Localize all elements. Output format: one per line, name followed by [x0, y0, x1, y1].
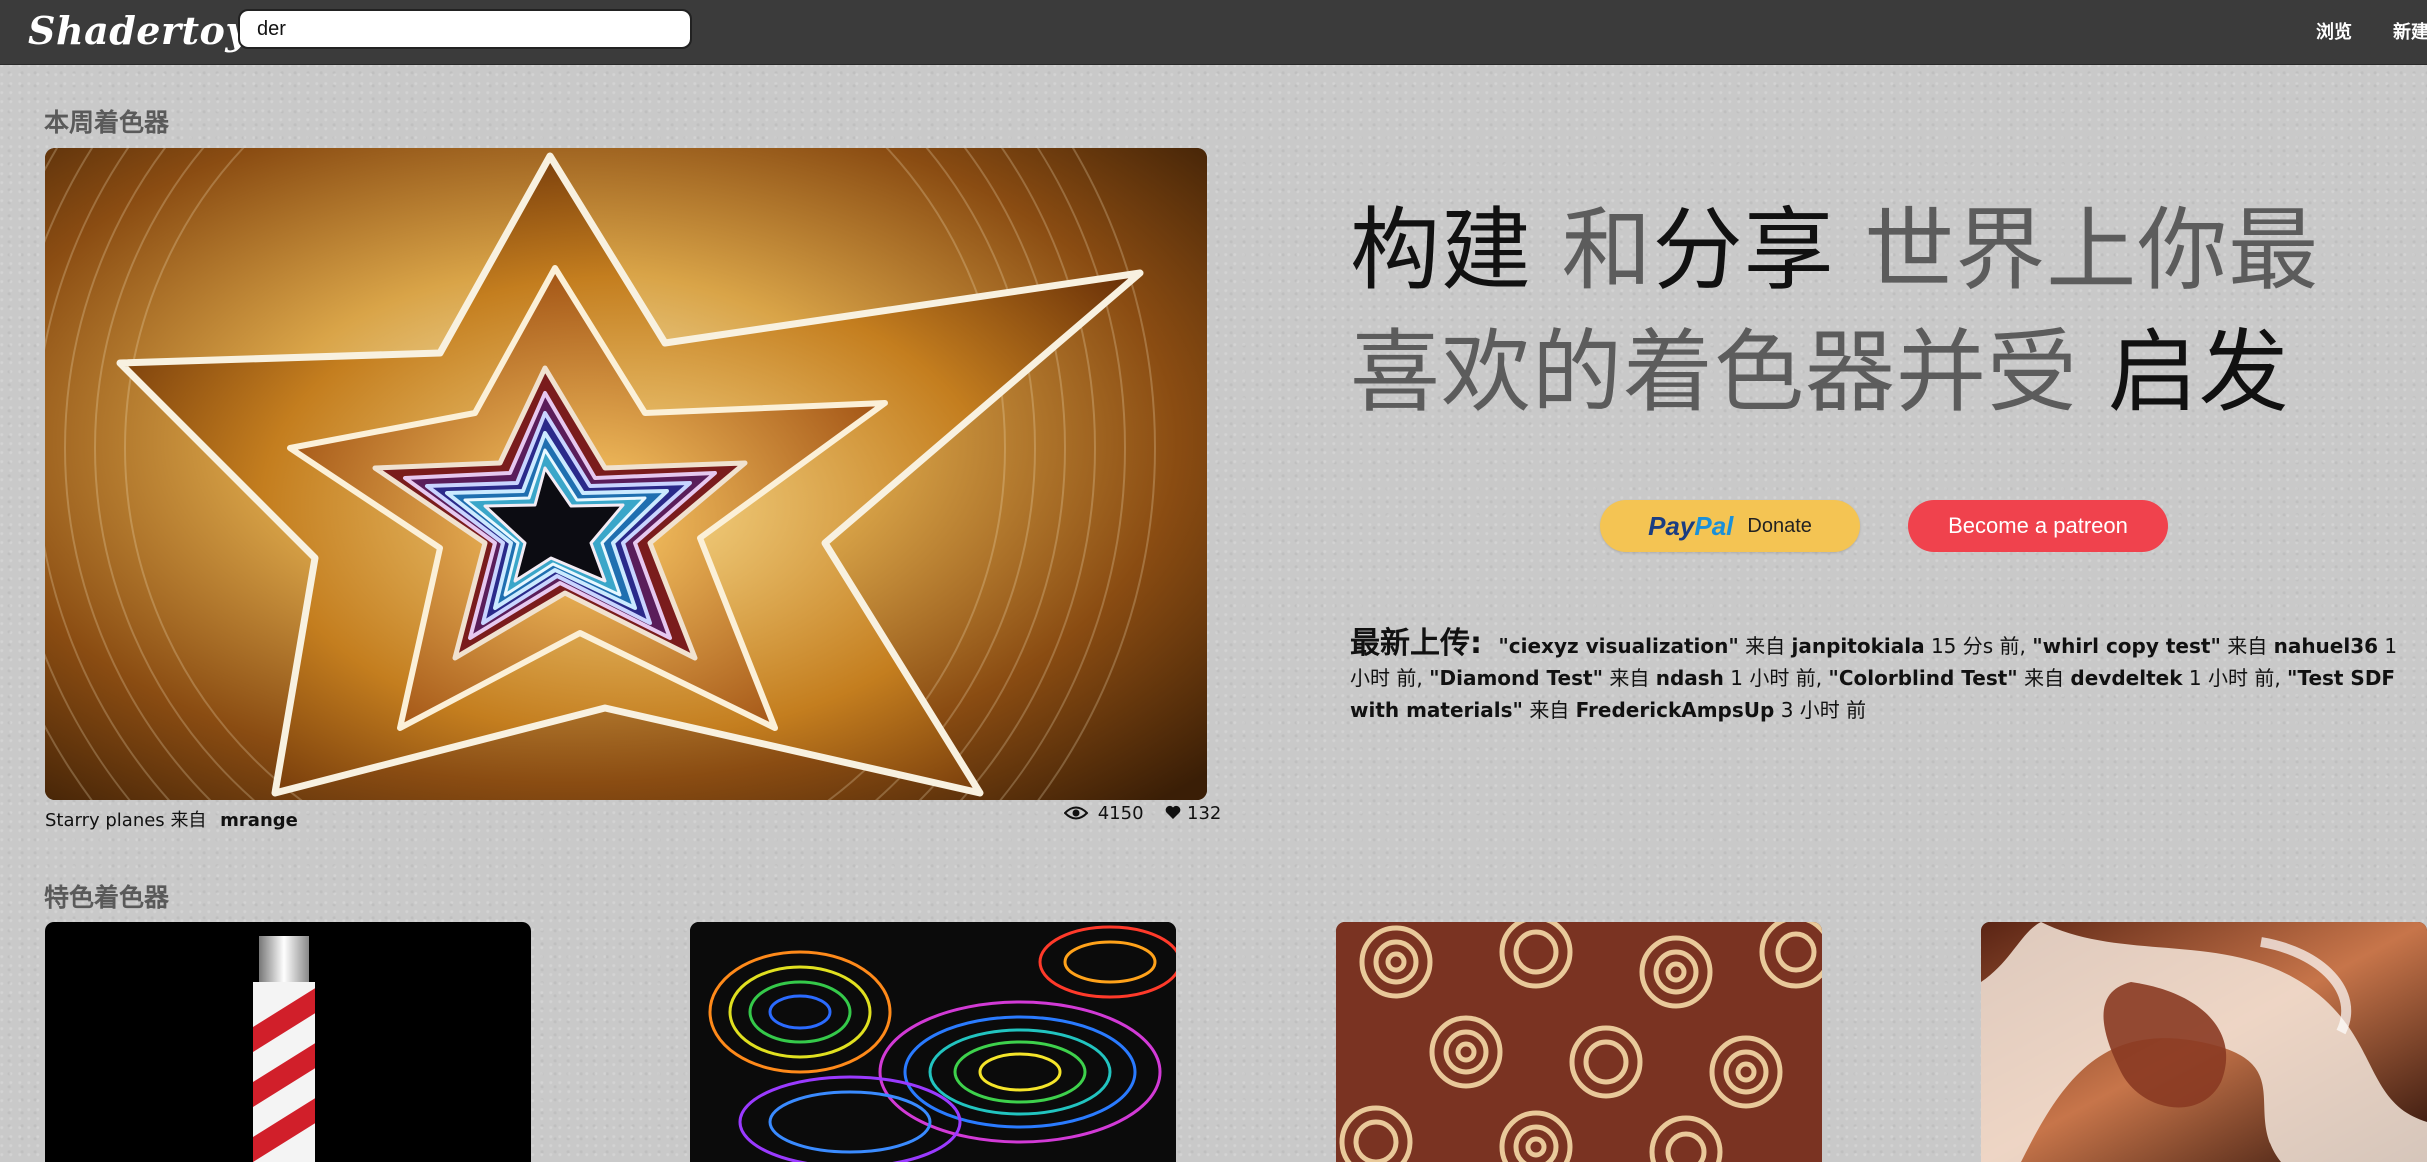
likes-count: 132 — [1187, 803, 1222, 824]
latest-shader-link[interactable]: "whirl copy test" — [2032, 634, 2221, 658]
by-label: 来自 — [1609, 666, 1650, 690]
contour-render — [690, 922, 1176, 1162]
by-label: 来自 — [2227, 634, 2268, 658]
headline-and: 和 — [1532, 198, 1653, 303]
featured-thumb-contours[interactable] — [690, 922, 1176, 1162]
by-label: 来自 — [1529, 698, 1570, 722]
nav-new-link[interactable]: 新建 — [2393, 18, 2427, 44]
search-input[interactable] — [238, 9, 692, 49]
spiral-render — [1336, 922, 1822, 1162]
headline-build: 构建 — [1350, 198, 1532, 303]
upload-time: 1 小时 前, — [1730, 666, 1823, 690]
headline-share: 分享 — [1652, 198, 1835, 303]
patreon-button[interactable]: Become a patreon — [1908, 500, 2168, 552]
paypal-logo: PayPal — [1648, 510, 1734, 541]
shader-author-link[interactable]: mrange — [220, 810, 298, 831]
views-count: 4150 — [1097, 803, 1144, 824]
shader-of-week-preview[interactable] — [45, 148, 1207, 800]
eye-icon — [1063, 803, 1094, 824]
starry-planes-render — [45, 148, 1207, 800]
nav-browse-link[interactable]: 浏览 — [2316, 18, 2352, 44]
shader-of-week-caption: Starry planes 来自 mrange — [45, 806, 298, 832]
headline-inspired: 启发 — [2078, 320, 2290, 425]
upload-time: 15 分s 前, — [1930, 634, 2026, 658]
featured-thumb-spirals[interactable] — [1336, 922, 1822, 1162]
fluid-render — [1981, 922, 2427, 1162]
by-label: 来自 — [1745, 634, 1786, 658]
featured-thumb-fluid[interactable] — [1981, 922, 2427, 1162]
latest-author-link[interactable]: devdeltek — [2070, 666, 2182, 690]
latest-author-link[interactable]: ndash — [1656, 666, 1724, 690]
latest-uploads: 最新上传: "ciexyz visualization" 来自 janpitok… — [1350, 628, 2410, 726]
shadertoy-logo[interactable]: Shadertoy — [28, 8, 248, 53]
upload-time: 1 小时 前, — [2188, 666, 2281, 690]
top-bar: Shadertoy 浏览 新建 — [0, 0, 2427, 65]
latest-author-link[interactable]: janpitokiala — [1792, 634, 1925, 658]
featured-thumb-barber-pole[interactable] — [45, 922, 531, 1162]
shader-of-week-title: 本周着色器 — [44, 108, 170, 137]
by-label: 来自 — [170, 810, 207, 831]
latest-author-link[interactable]: nahuel36 — [2274, 634, 2378, 658]
latest-shader-link[interactable]: "Colorblind Test" — [1828, 666, 2017, 690]
headline: 构建 和分享 世界上你最喜欢的着色器并受 启发 — [1350, 190, 2410, 434]
latest-shader-link[interactable]: "Diamond Test" — [1429, 666, 1603, 690]
shader-name[interactable]: Starry planes — [45, 810, 165, 831]
paypal-donate-label: Donate — [1747, 514, 1812, 537]
by-label: 来自 — [2024, 666, 2065, 690]
latest-uploads-heading: 最新上传: — [1350, 626, 1482, 661]
latest-shader-link[interactable]: "ciexyz visualization" — [1498, 634, 1738, 658]
featured-shaders-title: 特色着色器 — [44, 883, 170, 912]
heart-icon — [1165, 803, 1187, 824]
shader-stats: 4150 132 — [1063, 803, 1222, 824]
paypal-donate-button[interactable]: PayPal Donate — [1600, 500, 1860, 552]
upload-time: 3 小时 前 — [1780, 698, 1867, 722]
latest-author-link[interactable]: FrederickAmpsUp — [1576, 698, 1775, 722]
barber-pole-render — [253, 936, 315, 1162]
